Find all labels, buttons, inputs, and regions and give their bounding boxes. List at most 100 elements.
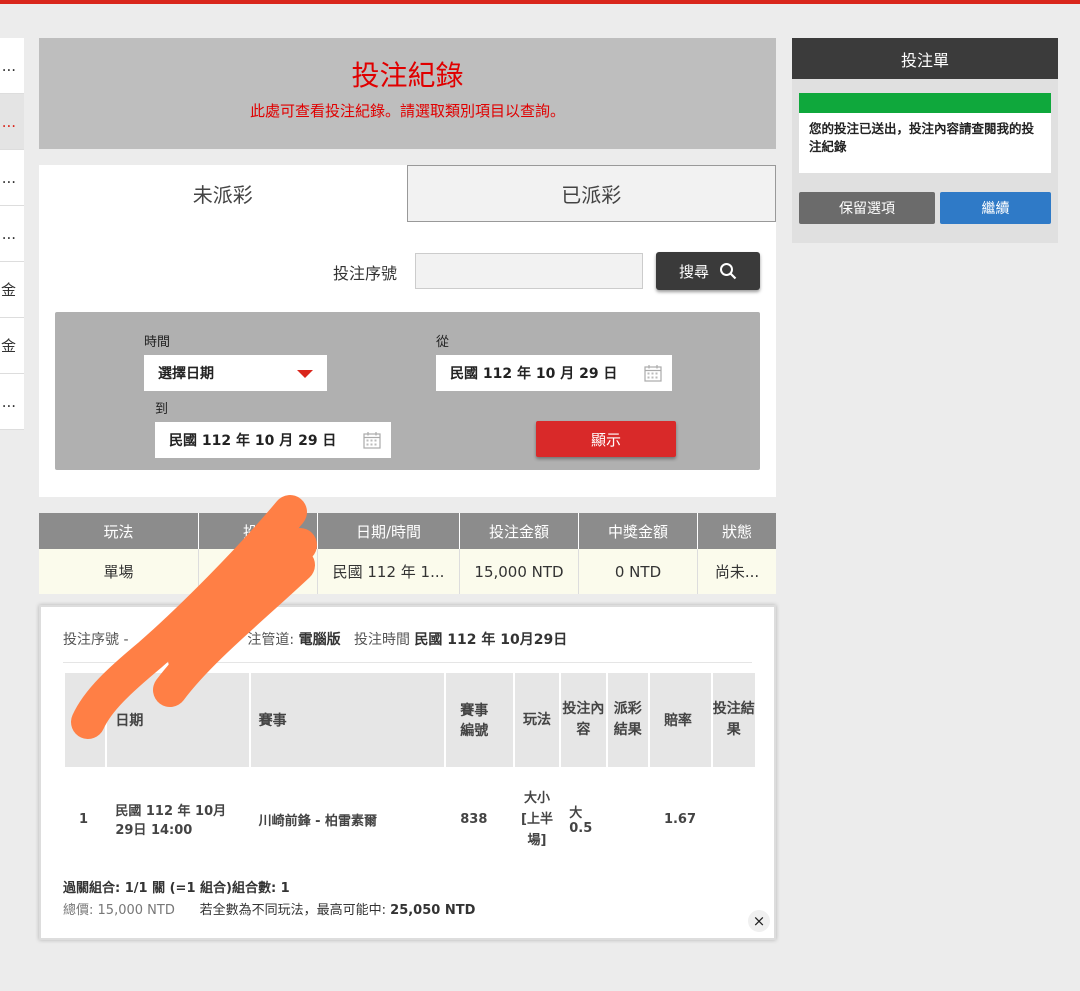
left-nav-item-active[interactable]: ... xyxy=(0,94,24,150)
bet-slip-message-box: 您的投注已送出，投注內容請查閱我的投注紀錄 xyxy=(799,93,1051,173)
from-date-field[interactable]: 民國 112 年 10 月 29 日 xyxy=(436,355,672,391)
cell-play: 單場 xyxy=(39,549,199,594)
close-icon[interactable]: × xyxy=(748,910,770,932)
detail-cell-play: 大小[上半場] xyxy=(515,767,559,871)
col-header-status: 狀態 xyxy=(721,522,752,541)
detail-col-payout: 派彩結果 xyxy=(607,673,648,767)
keep-selections-button[interactable]: 保留選項 xyxy=(799,192,935,224)
detail-col-play-text: 玩法 xyxy=(523,711,552,728)
date-range-select-value: 選擇日期 xyxy=(158,366,214,382)
from-date-value: 民國 112 年 10 月 29 日 xyxy=(450,366,618,382)
date-filter-panel: 時間 選擇日期 從 民國 112 年 10 月 29 日 到 民國 112 年 … xyxy=(55,312,760,470)
query-card: 未派彩 已派彩 投注序號 搜尋 時間 選擇日期 從 民國 112 年 10 月 … xyxy=(39,165,776,497)
detail-cell-content-text: 大0.5 xyxy=(569,806,593,836)
col-header-serial: 投注 xyxy=(199,513,318,549)
tab-bar: 未派彩 已派彩 xyxy=(39,165,776,222)
meta-channel-label: 注管道: xyxy=(247,632,295,648)
bet-slip-title: 投注單 xyxy=(792,38,1058,79)
from-label: 從 xyxy=(436,335,450,350)
detail-col-result-text: 投注結果 xyxy=(712,701,755,738)
detail-row: 1 民國 112 年 10月29日 14:00 川崎前鋒 - 柏雷素爾 838 … xyxy=(65,767,755,871)
detail-col-match: 賽事 xyxy=(250,673,445,767)
cell-status: 尚未... xyxy=(714,563,760,581)
left-nav-item[interactable]: 金 xyxy=(0,318,24,374)
records-table: 玩法 投注 日期/時間 投注金額 中獎金額 狀態 單場 民國 112 年 1..… xyxy=(39,513,776,594)
success-bar xyxy=(799,93,1051,113)
to-date-value: 民國 112 年 10 月 29 日 xyxy=(169,433,337,449)
left-nav-item[interactable]: ... xyxy=(0,206,24,262)
max-win-label: 若全數為不同玩法，最高可能中: xyxy=(199,903,387,918)
col-header-play: 玩法 xyxy=(39,513,199,549)
records-header-row: 玩法 投注 日期/時間 投注金額 中獎金額 狀態 xyxy=(39,513,776,549)
total-label: 總價: xyxy=(63,903,94,918)
detail-cell-num: 1 xyxy=(79,811,89,827)
page-header: 投注紀錄 此處可查看投注紀錄。請選取類別項目以查詢。 xyxy=(39,38,776,149)
dropdown-arrow-icon xyxy=(297,370,313,378)
calendar-icon[interactable] xyxy=(644,364,662,382)
col-header-winnings: 中獎金額 xyxy=(579,513,698,549)
left-nav-item[interactable]: ... xyxy=(0,150,24,206)
search-button[interactable]: 搜尋 xyxy=(656,252,760,290)
cell-winnings: 0 NTD xyxy=(579,549,698,594)
detail-col-content: 投注內容 xyxy=(561,673,606,767)
table-row[interactable]: 單場 民國 112 年 1... 15,000 NTD 0 NTD 尚未... xyxy=(39,549,776,594)
top-accent-bar xyxy=(0,0,1080,4)
total-value: 15,000 NTD xyxy=(97,903,175,918)
detail-col-date: 日期 xyxy=(107,673,249,767)
page-title: 投注紀錄 xyxy=(351,59,464,92)
meta-time-label: 投注時間 xyxy=(353,632,410,648)
bet-detail-panel: 投注序號 - 注管道: 電腦版 投注時間 民國 112 年 10月29日 # 日… xyxy=(39,605,776,940)
cell-stake: 15,000 NTD xyxy=(460,549,579,594)
col-header-datetime: 日期/時間 xyxy=(318,513,460,549)
max-win-value: 25,050 NTD xyxy=(390,903,476,918)
detail-cell-play-text: 大小[上半場] xyxy=(521,790,553,848)
show-button[interactable]: 顯示 xyxy=(536,421,676,457)
detail-cell-result xyxy=(713,767,755,871)
divider xyxy=(63,662,752,663)
detail-col-result: 投注結果 xyxy=(712,673,755,767)
bet-slip-message: 您的投注已送出，投注內容請查閱我的投注紀錄 xyxy=(809,121,1035,154)
left-nav-item[interactable]: ... xyxy=(0,374,24,430)
search-icon xyxy=(720,263,737,280)
serial-label: 投注序號 xyxy=(333,264,398,283)
detail-col-content-text: 投注內容 xyxy=(562,701,605,738)
serial-input[interactable] xyxy=(415,253,643,289)
detail-cell-date: 民國 112 年 10月29日 14:00 xyxy=(115,804,227,838)
detail-cell-odds: 1.67 xyxy=(663,811,697,827)
bet-slip: 投注單 您的投注已送出，投注內容請查閱我的投注紀錄 保留選項 繼續 xyxy=(792,38,1058,243)
tab-unsettled[interactable]: 未派彩 xyxy=(39,165,407,222)
bet-detail-table: # 日期 賽事 賽事編號 玩法 投注內容 派彩結果 賠率 投注結果 1 民國 1… xyxy=(63,673,757,871)
tab-settled[interactable]: 已派彩 xyxy=(406,165,776,222)
meta-channel-value: 電腦版 xyxy=(298,632,341,648)
calendar-icon[interactable] xyxy=(363,431,381,449)
to-label: 到 xyxy=(155,402,169,417)
date-range-select[interactable]: 選擇日期 xyxy=(144,355,327,391)
serial-search: 投注序號 搜尋 xyxy=(39,252,776,290)
meta-serial-label: 投注序號 - xyxy=(63,632,129,648)
detail-cell-content: 大0.5 xyxy=(561,767,605,871)
detail-col-odds: 賠率 xyxy=(649,673,711,767)
main-column: 投注紀錄 此處可查看投注紀錄。請選取類別項目以查詢。 未派彩 已派彩 投注序號 … xyxy=(39,38,776,497)
detail-col-match-id: 賽事編號 xyxy=(446,673,513,767)
page-subtitle: 此處可查看投注紀錄。請選取類別項目以查詢。 xyxy=(249,102,565,120)
detail-cell-match-id: 838 xyxy=(460,811,488,827)
time-label: 時間 xyxy=(144,335,171,350)
col-header-stake: 投注金額 xyxy=(460,513,579,549)
to-date-field[interactable]: 民國 112 年 10 月 29 日 xyxy=(155,422,391,458)
detail-cell-match: 川崎前鋒 - 柏雷素爾 xyxy=(258,813,378,829)
left-nav: ... ... ... ... 金 金 ... xyxy=(0,38,24,430)
cell-datetime: 民國 112 年 1... xyxy=(318,549,460,594)
search-button-label: 搜尋 xyxy=(678,262,709,281)
continue-button[interactable]: 繼續 xyxy=(940,192,1051,224)
left-nav-item[interactable]: ... xyxy=(0,38,24,94)
detail-col-num: # xyxy=(65,673,106,767)
left-nav-item[interactable]: 金 xyxy=(0,262,24,318)
cell-serial xyxy=(199,549,318,594)
combo-summary: 過關組合: 1/1 關 (=1 組合)組合數: 1 xyxy=(63,881,290,896)
meta-time-value: 民國 112 年 10月29日 xyxy=(414,632,568,648)
bet-meta: 投注序號 - 注管道: 電腦版 投注時間 民國 112 年 10月29日 xyxy=(63,629,567,649)
detail-cell-payout xyxy=(608,767,648,871)
detail-col-play: 玩法 xyxy=(514,673,560,767)
total-summary: 總價: 15,000 NTD 若全數為不同玩法，最高可能中: 25,050 NT… xyxy=(63,899,475,918)
detail-col-payout-text: 派彩結果 xyxy=(613,701,642,738)
